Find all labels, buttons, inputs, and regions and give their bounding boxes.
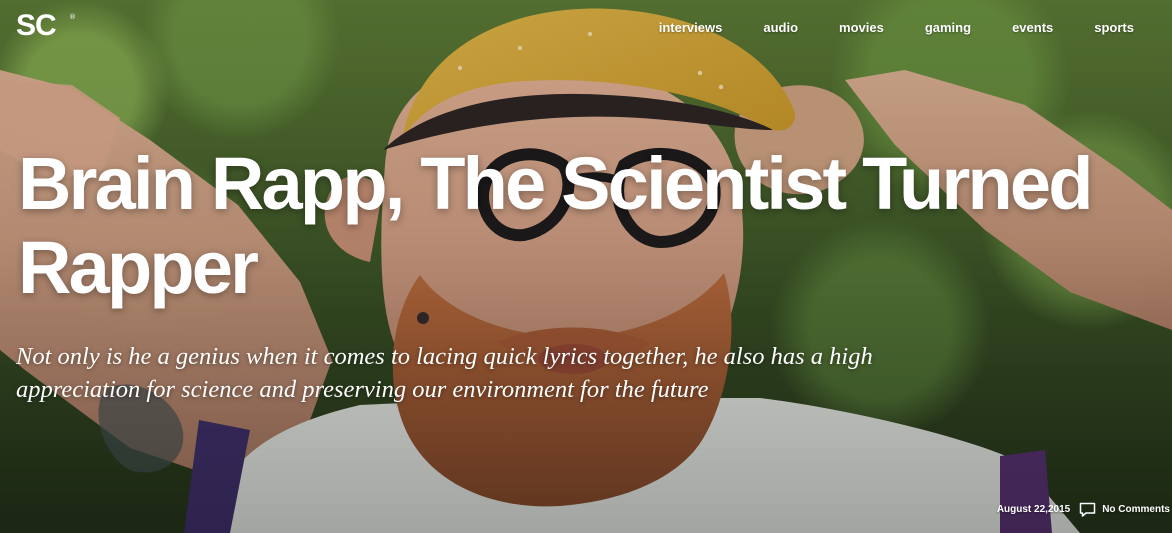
primary-navigation: interviews audio movies gaming events sp…	[659, 20, 1134, 36]
nav-link-audio[interactable]: audio	[763, 20, 798, 36]
article-date: August 22,2015	[996, 504, 1071, 515]
hero-banner: SC ® interviews audio movies gaming even…	[0, 0, 1172, 533]
nav-link-events[interactable]: events	[1012, 20, 1053, 36]
nav-link-sports[interactable]: sports	[1094, 20, 1134, 36]
nav-link-gaming[interactable]: gaming	[925, 20, 971, 36]
site-logo[interactable]: SC	[16, 11, 57, 41]
article-title: Brain Rapp, The Scientist Turned Rapper	[18, 142, 1093, 309]
comments-count-label: No Comments	[1102, 504, 1170, 515]
article-subtitle: Not only is he a genius when it comes to…	[16, 343, 873, 403]
site-header: SC ® interviews audio movies gaming even…	[0, 0, 1172, 60]
nav-link-movies[interactable]: movies	[839, 20, 884, 36]
comments-link[interactable]: No Comments	[1079, 502, 1170, 518]
nav-link-interviews[interactable]: interviews	[659, 20, 723, 36]
article-meta: August 22,2015 No Comments	[997, 502, 1170, 518]
comment-icon	[1079, 502, 1096, 517]
registered-mark: ®	[69, 13, 76, 21]
